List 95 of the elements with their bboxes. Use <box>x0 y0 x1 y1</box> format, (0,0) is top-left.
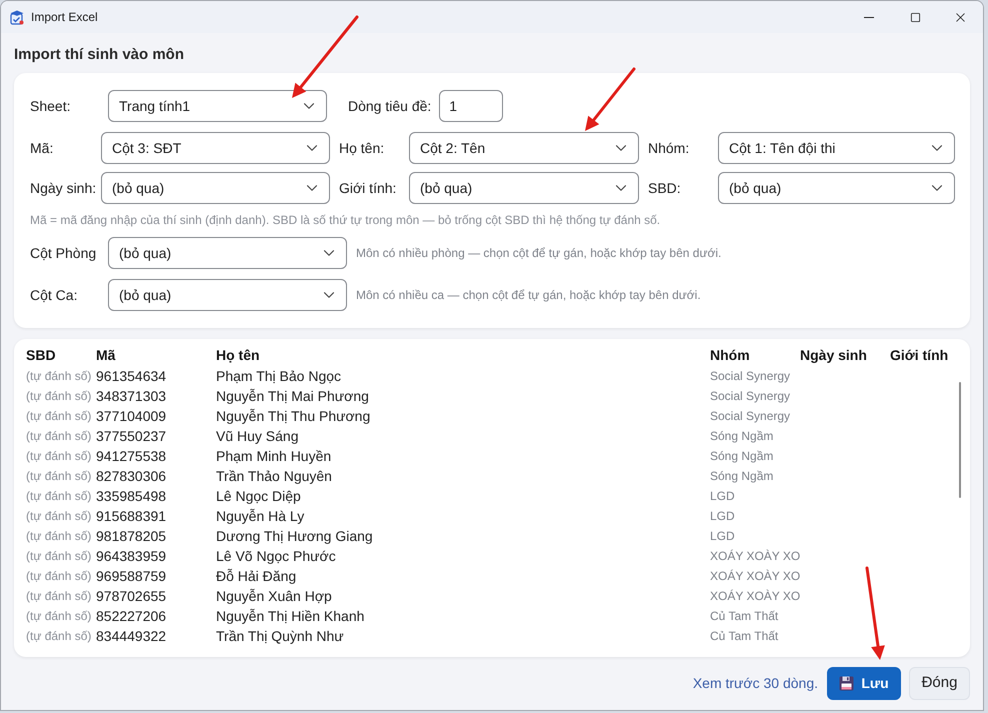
table-cell-text: 348371303 <box>96 386 168 406</box>
table-cell-text: Lê Võ Ngọc Phước <box>216 546 337 566</box>
dropdown[interactable]: Cột 2: Tên <box>409 132 639 164</box>
text-field[interactable]: 1 <box>439 90 504 122</box>
table-cell-text: Trần Thị Quỳnh Như <box>216 626 345 646</box>
table-cell-text: (tự đánh số) <box>26 528 92 545</box>
table-cell-text: (tự đánh số) <box>26 508 92 525</box>
table-cell-text: Củ Tam Thất <box>710 628 780 645</box>
table-cell-text: Củ Tam Thất <box>710 608 780 625</box>
table-cell-text: LGD <box>710 488 736 505</box>
table-cell-text: 978702655 <box>96 586 168 606</box>
dialog-heading: Import thí sinh vào môn <box>14 45 186 64</box>
field-hint: Môn có nhiều ca — chọn cột để tự gán, hoặc khớp tay bên dưới. <box>356 287 701 304</box>
table-cell-text: Social Synergy <box>710 388 792 405</box>
table-cell-text: LGD <box>710 508 736 525</box>
field-label: SBD: <box>648 178 682 198</box>
dropdown[interactable]: (bỏ qua) <box>108 279 347 311</box>
field-label: Họ tên: <box>339 138 386 158</box>
table-cell-text: 981878205 <box>96 526 168 546</box>
table-cell-text: XOÁY XOÀY XO <box>710 588 800 605</box>
table-cell-text: Đỗ Hải Đăng <box>216 566 298 586</box>
field-label: Mã: <box>30 138 54 158</box>
table-cell-text: Trần Thảo Nguyên <box>216 466 333 486</box>
table-cell-text: (tự đánh số) <box>26 608 92 625</box>
table-cell-text: XOÁY XOÀY XO <box>710 548 800 565</box>
preview-status: Xem trước 30 dòng. <box>692 674 818 693</box>
table-cell-text: XOÁY XOÀY XO <box>710 568 800 585</box>
help-note: Mã = mã đăng nhập của thí sinh (định danh). SBD là số thứ tự trong môn — bỏ trống cột SBD thì hệ thống tự đánh số. <box>30 213 662 227</box>
field-label: Cột Ca: <box>30 286 78 304</box>
dropdown[interactable]: Cột 1: Tên đội thi <box>718 132 955 164</box>
table-cell-text: Social Synergy <box>710 408 792 425</box>
table-cell-text: Lê Ngọc Diệp <box>216 486 302 506</box>
table-cell-text: 961354634 <box>96 366 168 386</box>
table-cell-text: (tự đánh số) <box>26 468 92 485</box>
field-hint: Môn có nhiều phòng — chọn cột để tự gán, hoặc khớp tay bên dưới. <box>356 245 722 262</box>
table-cell-text: 941275538 <box>96 446 168 466</box>
dropdown[interactable]: Cột 3: SĐT <box>101 132 330 164</box>
minimize-icon <box>864 16 874 18</box>
column-header: Giới tính <box>890 346 950 364</box>
dropdown[interactable]: (bỏ qua) <box>409 172 639 204</box>
table-cell-text: Phạm Minh Huyền <box>216 446 332 466</box>
column-header: Họ tên <box>216 346 261 364</box>
table-cell-text: Sóng Ngầm <box>710 428 774 445</box>
field-label: Ngày sinh: <box>30 178 98 198</box>
field-label: Dòng tiêu đề: <box>348 96 432 116</box>
table-cell-text: Nguyễn Thị Hiền Khanh <box>216 606 366 626</box>
table-cell-text: Sóng Ngầm <box>710 468 774 485</box>
dropdown[interactable]: Trang tính1 <box>108 90 327 122</box>
table-cell-text: Vũ Huy Sáng <box>216 426 300 446</box>
table-cell-text: 827830306 <box>96 466 168 486</box>
table-cell-text: (tự đánh số) <box>26 568 92 585</box>
table-cell-text: 834449322 <box>96 626 168 646</box>
table-cell-text: (tự đánh số) <box>26 448 92 465</box>
table-cell-text: 964383959 <box>96 546 168 566</box>
table-cell-text: (tự đánh số) <box>26 428 92 445</box>
table-cell-text: 377104009 <box>96 406 168 426</box>
close-dialog-button[interactable]: Đóng <box>909 667 970 700</box>
table-cell-text: 377550237 <box>96 426 168 446</box>
maximize-icon <box>910 12 920 22</box>
field-label: Cột Phòng <box>30 244 98 263</box>
column-header: Ngày sinh <box>800 346 868 365</box>
table-cell-text: (tự đánh số) <box>26 488 92 505</box>
dropdown[interactable]: (bỏ qua) <box>108 237 347 269</box>
app-icon <box>10 10 24 24</box>
table-cell-text: 852227206 <box>96 606 168 626</box>
dropdown[interactable]: (bỏ qua) <box>101 172 330 204</box>
scrollbar-thumb[interactable] <box>959 382 961 498</box>
table-cell-text: 915688391 <box>96 506 168 526</box>
save-button[interactable]: Lưu <box>827 667 901 700</box>
annotation-arrow <box>585 68 636 131</box>
table-cell-text: LGD <box>710 528 736 545</box>
window-title: Import Excel <box>31 9 98 26</box>
table-cell-text: (tự đánh số) <box>26 548 92 565</box>
field-label: Sheet: <box>30 96 72 116</box>
field-label: Giới tính: <box>339 178 398 198</box>
column-header: Nhóm <box>710 346 751 364</box>
table-cell-text: Nguyễn Xuân Hợp <box>216 586 333 606</box>
table-cell-text: (tự đánh số) <box>26 408 92 425</box>
table-cell-text: (tự đánh số) <box>26 368 92 385</box>
table-cell-text: 969588759 <box>96 566 168 586</box>
column-header: SBD <box>26 346 57 364</box>
table-cell-text: Nguyễn Hà Ly <box>216 506 306 526</box>
table-cell-text: (tự đánh số) <box>26 388 92 405</box>
table-cell-text: 335985498 <box>96 486 168 506</box>
table-cell-text: Dương Thị Hương Giang <box>216 526 374 546</box>
table-cell-text: Nguyễn Thị Thu Phương <box>216 406 372 426</box>
table-cell-text: (tự đánh số) <box>26 628 92 645</box>
table-cell-text: Social Synergy <box>710 368 792 385</box>
column-header: Mã <box>96 346 116 364</box>
table-cell-text: (tự đánh số) <box>26 588 92 605</box>
table-cell-text: Nguyễn Thị Mai Phương <box>216 386 370 406</box>
field-label: Nhóm: <box>648 138 690 158</box>
table-cell-text: Phạm Thị Bảo Ngọc <box>216 366 342 386</box>
table-cell-text: Sóng Ngầm <box>710 448 774 465</box>
dropdown[interactable]: (bỏ qua) <box>718 172 955 204</box>
